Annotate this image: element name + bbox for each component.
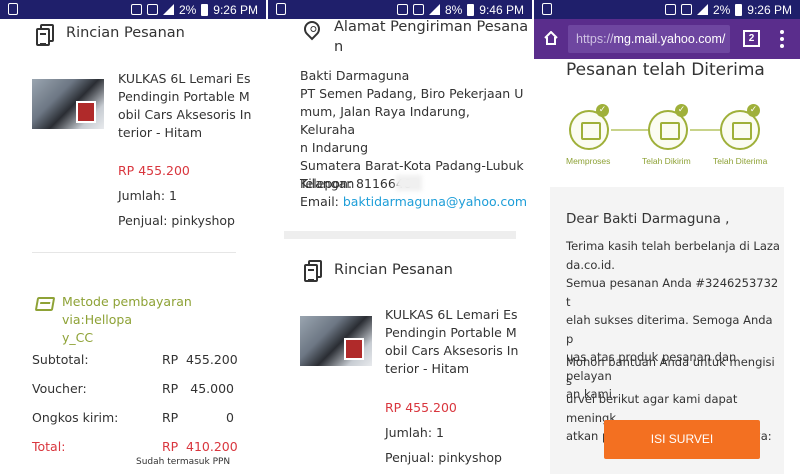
wifi-icon: [412, 4, 424, 15]
cast-icon: [664, 4, 676, 15]
product-seller: Penjual: pinkyshop: [385, 450, 502, 465]
check-icon: ✓: [747, 104, 760, 117]
survey-button[interactable]: ISI SURVEI: [604, 420, 760, 459]
divider: [32, 252, 236, 253]
greeting: Dear Bakti Darmaguna ,: [566, 211, 730, 227]
cast-icon: [130, 4, 142, 15]
order-progress: ✓ ✓ ✓ Memproses Telah Dikirim Telah Dite…: [534, 98, 800, 176]
section-title: Rincian Pesanan: [66, 25, 185, 41]
product-name[interactable]: KULKAS 6L Lemari Es Pendingin Portable M…: [118, 70, 263, 142]
document-icon: [36, 28, 50, 46]
wifi-icon: [680, 4, 692, 15]
email-body: Dear Bakti Darmaguna , Terima kasih tela…: [550, 187, 784, 474]
progress-line: [690, 129, 720, 131]
subtotal-label: Subtotal:: [32, 352, 89, 367]
wifi-icon: [146, 4, 158, 15]
signal-icon: [696, 4, 708, 15]
product-seller: Penjual: pinkyshop: [118, 213, 235, 228]
payment-method: Metode pembayaran via:Hellopa y_CC: [62, 294, 192, 345]
tabs-icon[interactable]: 2: [743, 30, 760, 47]
step-label: Telah Diterima: [713, 156, 768, 166]
notification-icon: [8, 3, 18, 15]
notification-icon: [276, 3, 286, 15]
battery-icon: [735, 3, 743, 16]
email-heading: Pesanan telah Diterima: [566, 60, 765, 80]
email-label: Email:: [300, 194, 343, 209]
shipping-amount: 0: [226, 410, 234, 425]
step-label: Memproses: [566, 156, 611, 166]
battery-icon: [201, 3, 209, 16]
product-image[interactable]: [32, 79, 104, 129]
home-icon[interactable]: [544, 31, 558, 45]
address-bar[interactable]: https://mg.mail.yahoo.com/: [568, 25, 730, 53]
browser-toolbar: https://mg.mail.yahoo.com/ 2: [534, 19, 800, 59]
order-details-panel-2: 8% 9:46 PM Alamat Pengiriman Pesana n Ba…: [268, 0, 532, 474]
phone-number: Telepon: 8116648: [300, 176, 412, 191]
clock: 9:26 PM: [747, 2, 792, 17]
total-amount: 410.200: [186, 439, 238, 454]
total-label: Total:: [32, 439, 66, 454]
step-label: Telah Dikirim: [642, 156, 691, 166]
clock: 9:26 PM: [213, 2, 258, 17]
voucher-label: Voucher:: [32, 381, 87, 396]
signal-icon: [162, 4, 174, 15]
shipping-label: Ongkos kirim:: [32, 410, 119, 425]
product-quantity: Jumlah: 1: [118, 188, 177, 203]
notification-icon: [542, 3, 552, 15]
product-name[interactable]: KULKAS 6L Lemari Es Pendingin Portable M…: [385, 306, 530, 378]
recipient-name: Bakti Darmaguna: [300, 68, 410, 83]
battery-level: 2%: [178, 2, 197, 17]
section-divider: [284, 231, 516, 239]
battery-level: 2%: [712, 2, 731, 17]
cast-icon: [396, 4, 408, 15]
tax-note: Sudah termasuk PPN: [136, 457, 231, 467]
clock: 9:46 PM: [479, 2, 524, 17]
progress-line: [611, 129, 648, 131]
redacted-blur: [396, 175, 422, 191]
battery-level: 8%: [444, 2, 463, 17]
email-link[interactable]: baktidarmaguna@yahoo.com: [343, 194, 527, 209]
total-currency: RP: [162, 439, 179, 454]
signal-icon: [428, 4, 440, 15]
payment-card-icon: [34, 297, 56, 311]
battery-icon: [467, 3, 475, 16]
product-price: RP 455.200: [385, 400, 457, 415]
voucher-amount: 45.000: [190, 381, 234, 396]
product-quantity: Jumlah: 1: [385, 425, 444, 440]
product-price: RP 455.200: [118, 163, 190, 178]
address-title: Alamat Pengiriman Pesana n: [334, 19, 529, 55]
overflow-menu-icon[interactable]: [780, 30, 784, 48]
email-browser-panel: 2% 9:26 PM https://mg.mail.yahoo.com/ 2 …: [534, 0, 800, 474]
email-row: Email: baktidarmaguna@yahoo.com: [300, 193, 527, 211]
status-bar: 2% 9:26 PM: [0, 0, 266, 19]
check-icon: ✓: [596, 104, 609, 117]
product-image[interactable]: [300, 316, 372, 366]
check-icon: ✓: [675, 104, 688, 117]
location-pin-icon: [300, 17, 324, 41]
section-title: Rincian Pesanan: [334, 262, 453, 278]
status-bar: 2% 9:26 PM: [534, 0, 800, 19]
order-details-panel-1: 2% 9:26 PM Rincian Pesanan KULKAS 6L Lem…: [0, 0, 266, 474]
voucher-currency: RP: [162, 381, 179, 396]
document-icon: [304, 264, 318, 282]
subtotal-currency: RP: [162, 352, 179, 367]
subtotal-amount: 455.200: [186, 352, 238, 367]
shipping-currency: RP: [162, 410, 179, 425]
